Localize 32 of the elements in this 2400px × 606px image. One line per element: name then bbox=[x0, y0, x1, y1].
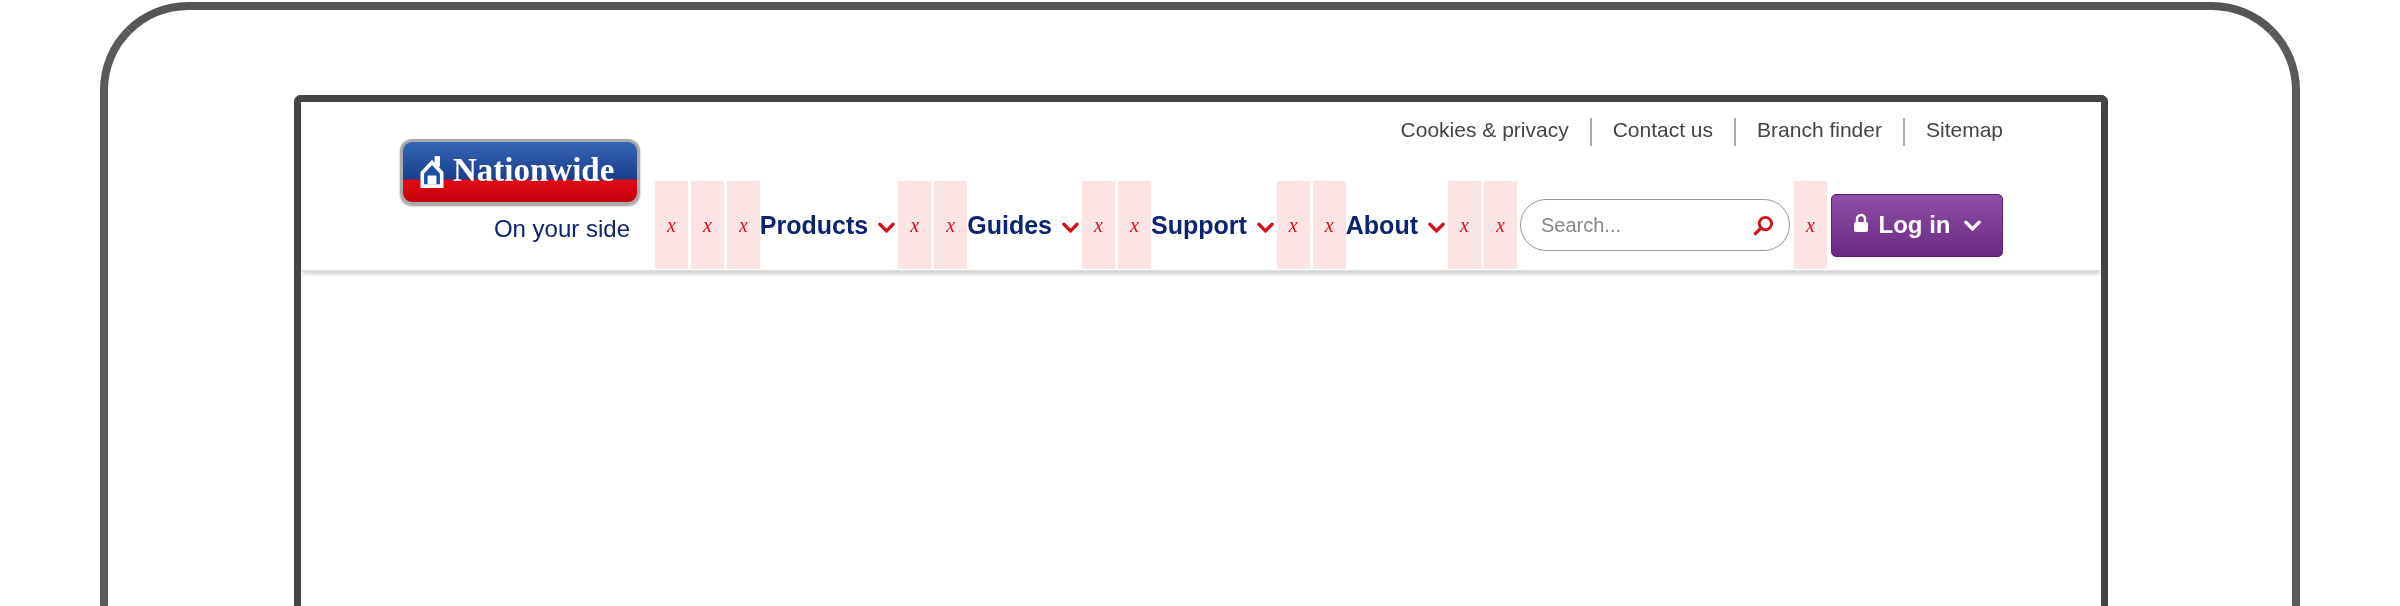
chevron-icon bbox=[878, 222, 896, 234]
nav-menu-link[interactable]: Guides bbox=[967, 210, 1052, 240]
logo[interactable]: Nationwide bbox=[400, 139, 640, 205]
nav-menu-link[interactable]: Products bbox=[759, 210, 869, 240]
search-icon[interactable] bbox=[1753, 215, 1774, 236]
missing-image-mark: x bbox=[910, 215, 920, 235]
search-field[interactable]: Search... bbox=[1520, 199, 1790, 251]
chevron-icon bbox=[1061, 222, 1079, 234]
top-link[interactable]: Cookies & privacy bbox=[1379, 118, 1590, 146]
chevron-icon bbox=[1428, 222, 1445, 234]
login-button[interactable]: Log in bbox=[1831, 193, 2003, 257]
missing-image-mark: x bbox=[1094, 215, 1103, 235]
missing-image-mark: x bbox=[702, 215, 712, 235]
chevron-icon bbox=[1256, 222, 1274, 234]
missing-image-mark: x bbox=[1324, 215, 1334, 235]
missing-image-mark: x bbox=[946, 215, 956, 235]
top-link[interactable]: Sitemap bbox=[1902, 118, 2003, 146]
logo-text: Nationwide bbox=[453, 153, 615, 187]
missing-image-mark: x bbox=[1460, 215, 1469, 235]
missing-image-mark: x bbox=[1130, 215, 1139, 235]
top-link[interactable]: Contact us bbox=[1589, 118, 1735, 146]
nav-menu-link[interactable]: About bbox=[1345, 210, 1418, 240]
tagline: On your side bbox=[493, 217, 630, 241]
top-link[interactable]: Branch finder bbox=[1734, 118, 1903, 146]
missing-image-mark: x bbox=[666, 215, 676, 235]
missing-image-mark: x bbox=[1288, 215, 1298, 235]
missing-image-mark: x bbox=[1806, 215, 1815, 235]
missing-image-mark: x bbox=[1496, 215, 1505, 235]
missing-image-mark: x bbox=[738, 215, 748, 235]
chevron-icon bbox=[1964, 220, 1982, 232]
nav-menu-link[interactable]: Support bbox=[1150, 210, 1247, 240]
lock-icon bbox=[1852, 213, 1869, 233]
